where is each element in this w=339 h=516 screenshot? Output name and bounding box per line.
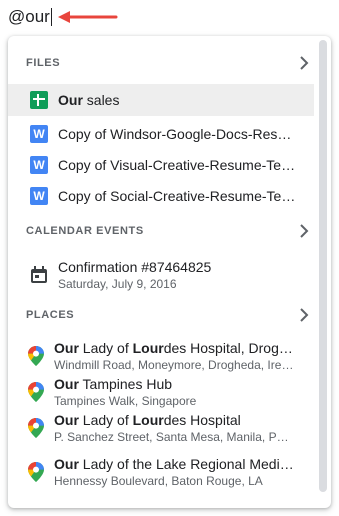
place-title: Our Tampines Hub (54, 376, 173, 392)
calendar-event-item[interactable]: Confirmation #87464825 Saturday, July 9,… (8, 254, 314, 296)
places-section-title: PLACES (26, 309, 75, 321)
place-address: Windmill Road, Moneymore, Drogheda, Irel… (54, 358, 294, 372)
maps-pin-icon (28, 346, 44, 366)
place-item[interactable]: Our Lady of Lourdes Hospital P. Sanchez … (8, 408, 314, 448)
maps-pin-icon (28, 382, 44, 402)
docs-icon: W (30, 187, 48, 205)
smart-chip-dropdown: FILES Our sales W Copy of Windsor-Google… (8, 36, 331, 508)
place-item[interactable]: Our Lady of Lourdes Hospital, Drogheda W… (8, 336, 314, 376)
chevron-right-icon[interactable] (296, 55, 312, 71)
file-label: Our sales (58, 92, 120, 108)
query-text: @our (8, 7, 50, 26)
files-section-title: FILES (26, 57, 61, 69)
place-address: P. Sanchez Street, Santa Mesa, Manila, P… (54, 430, 294, 444)
text-caret (50, 8, 52, 26)
files-section-header[interactable]: FILES (8, 48, 318, 78)
file-label: Copy of Social-Creative-Resume-Template (58, 188, 298, 204)
place-address: Hennessy Boulevard, Baton Rouge, LA (54, 474, 263, 488)
place-title: Our Lady of Lourdes Hospital (54, 412, 241, 428)
place-title: Our Lady of Lourdes Hospital, Drogheda (54, 340, 294, 356)
mention-query[interactable]: @our (8, 4, 52, 30)
place-title: Our Lady of the Lake Regional Medical Ce… (54, 456, 294, 472)
maps-pin-icon (28, 418, 44, 438)
calendar-section-header[interactable]: CALENDAR EVENTS (8, 216, 318, 246)
place-item[interactable]: Our Tampines Hub Tampines Walk, Singapor… (8, 372, 314, 412)
docs-icon: W (30, 156, 48, 174)
pointer-arrow-icon (58, 11, 118, 23)
file-item[interactable]: W Copy of Visual-Creative-Resume-Templat… (8, 149, 314, 181)
file-item[interactable]: Our sales (8, 84, 314, 116)
file-item[interactable]: W Copy of Windsor-Google-Docs-Resume-Tem… (8, 118, 314, 150)
file-item[interactable]: W Copy of Social-Creative-Resume-Templat… (8, 180, 314, 212)
file-label: Copy of Visual-Creative-Resume-Template (58, 157, 298, 173)
event-date: Saturday, July 9, 2016 (58, 277, 177, 291)
place-item[interactable]: Our Lady of the Lake Regional Medical Ce… (8, 452, 314, 492)
calendar-section-title: CALENDAR EVENTS (26, 225, 144, 237)
docs-icon: W (30, 125, 48, 143)
event-title: Confirmation #87464825 (58, 259, 212, 275)
scrollbar[interactable] (319, 40, 327, 492)
calendar-icon (31, 266, 47, 283)
file-label: Copy of Windsor-Google-Docs-Resume-Templ… (58, 126, 298, 142)
places-section-header[interactable]: PLACES (8, 300, 318, 330)
chevron-right-icon[interactable] (296, 223, 312, 239)
maps-pin-icon (28, 462, 44, 482)
chevron-right-icon[interactable] (296, 307, 312, 323)
place-address: Tampines Walk, Singapore (54, 394, 197, 408)
sheets-icon (30, 91, 48, 109)
